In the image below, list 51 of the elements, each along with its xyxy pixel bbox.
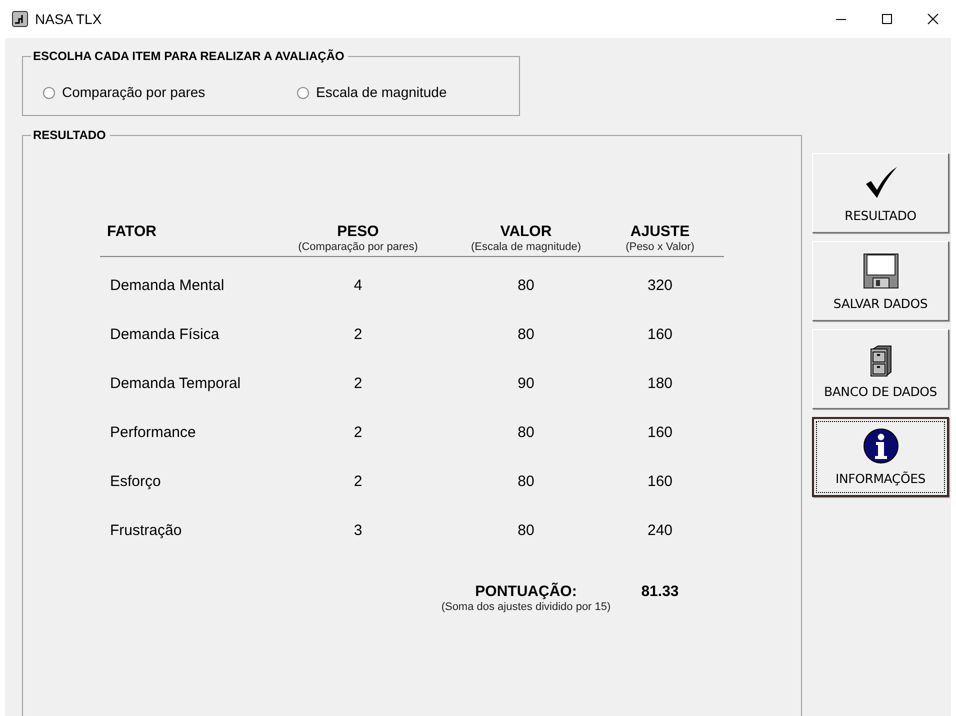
table-cell: 80 — [518, 326, 534, 343]
column-header: AJUSTE — [630, 224, 690, 240]
factor-label: Frustração — [110, 522, 182, 539]
app-icon — [12, 11, 28, 27]
factor-label: Performance — [110, 424, 196, 441]
radio-button[interactable] — [43, 86, 55, 98]
maximize-icon — [881, 13, 893, 25]
table-cell: 80 — [518, 424, 534, 441]
table-cell: 2 — [354, 424, 362, 441]
table-cell: 160 — [647, 326, 673, 343]
toolbar-button[interactable]: RESULTADO — [812, 153, 949, 233]
table-cell: 320 — [647, 277, 673, 294]
table-cell: 240 — [647, 522, 673, 539]
table-cell: 80 — [518, 473, 534, 490]
table-cell: 4 — [354, 277, 362, 294]
radio-option[interactable]: Comparação por pares — [43, 82, 297, 103]
table-cell: 160 — [647, 424, 673, 441]
score-label: PONTUAÇÃO: — [475, 584, 577, 600]
window-title: NASA TLX — [35, 10, 102, 28]
toolbar-button[interactable]: BANCO DE DADOS — [812, 329, 949, 409]
info-icon — [862, 428, 898, 464]
column-header: PESO — [337, 224, 379, 240]
table-cell: 2 — [354, 473, 362, 490]
table-cell: 3 — [354, 522, 362, 539]
table-cell: 80 — [518, 522, 534, 539]
toolbar-button[interactable]: SALVAR DADOS — [812, 241, 949, 321]
table-cell: 2 — [354, 326, 362, 343]
table-cell: 180 — [647, 375, 673, 392]
factor-label: Esforço — [110, 473, 161, 490]
column-subheader: (Escala de magnitude) — [470, 240, 582, 254]
radio-label: Comparação por pares — [62, 83, 206, 102]
column-subheader: (Comparação por pares) — [298, 240, 418, 254]
score-note: (Soma dos ajustes dividido por 15) — [441, 600, 611, 614]
radio-button[interactable] — [297, 86, 309, 98]
table-cell: 80 — [518, 277, 534, 294]
table-cell: 2 — [354, 375, 362, 392]
radio-label: Escala de magnitude — [316, 83, 447, 102]
column-subheader: (Peso x Valor) — [626, 240, 694, 254]
column-header: FATOR — [107, 224, 156, 240]
table-cell: 160 — [647, 473, 673, 490]
table-cell: 90 — [518, 375, 534, 392]
group-title: ESCOLHA CADA ITEM PARA REALIZAR A AVALIAÇÃO — [31, 48, 348, 64]
close-icon — [927, 13, 939, 25]
factor-label: Demanda Física — [110, 326, 220, 343]
radio-option[interactable]: Escala de magnitude — [297, 82, 447, 103]
factor-label: Demanda Mental — [110, 277, 224, 294]
toolbar-button[interactable]: INFORMAÇÕES — [812, 417, 949, 497]
column-header: VALOR — [500, 224, 552, 240]
factor-label: Demanda Temporal — [110, 375, 241, 392]
filing-cabinet-icon — [870, 345, 892, 378]
score-value: 81.33 — [641, 584, 679, 602]
